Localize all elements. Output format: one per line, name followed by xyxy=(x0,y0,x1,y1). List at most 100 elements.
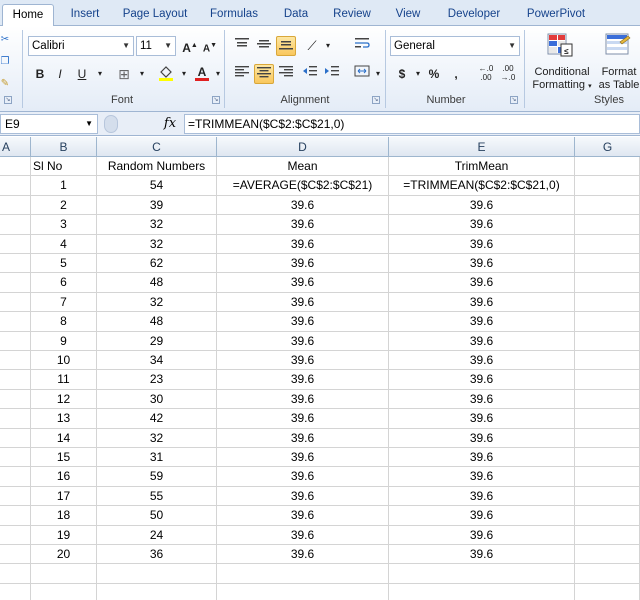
mean-cell[interactable]: 39.6 xyxy=(217,409,389,429)
random-number-cell[interactable]: 39 xyxy=(97,195,217,216)
mean-cell[interactable]: 39.6 xyxy=(217,273,389,293)
cell[interactable] xyxy=(575,389,640,410)
cell[interactable] xyxy=(0,195,31,216)
trimmean-cell[interactable]: 39.6 xyxy=(389,234,575,254)
comma-button[interactable]: , xyxy=(446,64,466,84)
cell[interactable] xyxy=(0,545,31,565)
format-as-table-icon[interactable] xyxy=(604,32,632,58)
mean-cell[interactable]: 39.6 xyxy=(217,215,389,235)
cell[interactable] xyxy=(0,331,31,351)
sl-no-cell[interactable]: 20 xyxy=(31,545,97,565)
trimmean-cell[interactable]: 39.6 xyxy=(389,331,575,351)
align-bottom-icon[interactable] xyxy=(276,36,296,56)
name-box[interactable]: E9 ▼ xyxy=(0,114,98,134)
trimmean-cell[interactable]: 39.6 xyxy=(389,467,575,487)
sl-no-cell[interactable]: 9 xyxy=(31,331,97,351)
decrease-decimal-icon[interactable]: .00 →.0 xyxy=(498,64,518,84)
sl-no-cell[interactable]: 8 xyxy=(31,312,97,332)
tab-formulas[interactable]: Formulas xyxy=(202,4,266,26)
mean-cell[interactable]: 39.6 xyxy=(217,448,389,468)
random-number-cell[interactable]: 48 xyxy=(97,273,217,293)
mean-cell[interactable]: 39.6 xyxy=(217,195,389,216)
tab-view[interactable]: View xyxy=(386,4,430,26)
fill-color-icon[interactable] xyxy=(156,64,176,84)
trimmean-cell[interactable]: 39.6 xyxy=(389,370,575,390)
random-number-cell[interactable]: 32 xyxy=(97,234,217,254)
align-middle-icon[interactable] xyxy=(254,36,274,56)
column-header-g[interactable]: G xyxy=(575,137,640,157)
random-number-cell[interactable]: 23 xyxy=(97,370,217,390)
cell[interactable] xyxy=(575,448,640,468)
number-format-select[interactable]: General ▼ xyxy=(390,36,520,56)
copy-icon[interactable]: ❐ xyxy=(0,52,10,72)
conditional-formatting-button[interactable]: Conditional Formatting ▾ xyxy=(530,66,594,93)
cell[interactable] xyxy=(31,564,97,584)
cell[interactable] xyxy=(0,273,31,293)
cell[interactable] xyxy=(575,195,640,216)
cell[interactable] xyxy=(0,409,31,429)
chevron-down-icon[interactable]: ▾ xyxy=(208,64,228,84)
formula-bar-expand-handle[interactable] xyxy=(104,115,118,133)
mean-cell[interactable]: 39.6 xyxy=(217,467,389,487)
trimmean-cell[interactable]: 39.6 xyxy=(389,351,575,371)
random-number-cell[interactable]: 55 xyxy=(97,486,217,507)
cell[interactable] xyxy=(0,564,31,584)
mean-cell[interactable]: 39.6 xyxy=(217,428,389,448)
sl-no-cell[interactable]: 16 xyxy=(31,467,97,487)
random-number-cell[interactable]: 48 xyxy=(97,312,217,332)
cell[interactable] xyxy=(97,564,217,584)
cell[interactable] xyxy=(0,467,31,487)
sl-no-cell[interactable]: 4 xyxy=(31,234,97,254)
insert-function-button[interactable]: fx xyxy=(162,114,178,134)
conditional-formatting-icon[interactable]: ≤ xyxy=(546,32,574,58)
chevron-down-icon[interactable]: ▾ xyxy=(318,36,338,56)
trimmean-cell[interactable]: 39.6 xyxy=(389,545,575,565)
mean-cell[interactable]: 39.6 xyxy=(217,312,389,332)
trimmean-cell[interactable]: 39.6 xyxy=(389,428,575,448)
underline-icon[interactable]: U xyxy=(72,64,92,84)
sl-no-cell[interactable]: 14 xyxy=(31,428,97,448)
cell[interactable] xyxy=(575,545,640,565)
sl-no-cell[interactable]: 15 xyxy=(31,448,97,468)
cell[interactable] xyxy=(575,176,640,196)
cell[interactable] xyxy=(0,254,31,274)
column-header-a[interactable]: A xyxy=(0,137,31,157)
mean-cell[interactable]: 39.6 xyxy=(217,545,389,565)
chevron-down-icon[interactable]: ▾ xyxy=(174,64,194,84)
trimmean-cell[interactable]: 39.6 xyxy=(389,292,575,313)
trimmean-cell[interactable]: 39.6 xyxy=(389,389,575,410)
cell[interactable] xyxy=(575,273,640,293)
number-launcher-icon[interactable]: ↘ xyxy=(510,96,518,104)
random-number-cell[interactable]: 30 xyxy=(97,389,217,410)
format-painter-icon[interactable]: ✎ xyxy=(0,74,10,94)
align-left-icon[interactable] xyxy=(232,64,252,84)
tab-page-layout[interactable]: Page Layout xyxy=(116,4,194,26)
column-header-c[interactable]: C xyxy=(97,137,217,157)
sl-no-cell[interactable]: 3 xyxy=(31,215,97,235)
font-size-select[interactable]: 11 ▼ xyxy=(136,36,176,56)
sl-no-cell[interactable]: 17 xyxy=(31,486,97,507)
italic-icon[interactable]: I xyxy=(50,64,70,84)
cell[interactable] xyxy=(0,448,31,468)
cell[interactable] xyxy=(575,254,640,274)
align-center-icon[interactable] xyxy=(254,64,274,84)
cell[interactable] xyxy=(575,486,640,507)
sl-no-cell[interactable]: 5 xyxy=(31,254,97,274)
cut-icon[interactable]: ✂ xyxy=(0,30,10,50)
tab-insert[interactable]: Insert xyxy=(60,4,110,26)
cell[interactable] xyxy=(575,157,640,177)
random-number-cell[interactable]: 32 xyxy=(97,292,217,313)
trimmean-cell[interactable]: 39.6 xyxy=(389,448,575,468)
cell[interactable] xyxy=(31,583,97,600)
sl-no-cell[interactable]: 11 xyxy=(31,370,97,390)
header-sl-no[interactable]: Sl No xyxy=(31,157,97,177)
random-number-cell[interactable]: 50 xyxy=(97,506,217,526)
random-number-cell[interactable]: 32 xyxy=(97,428,217,448)
column-header-e[interactable]: E xyxy=(389,137,575,157)
cell[interactable] xyxy=(575,292,640,313)
trimmean-cell[interactable]: 39.6 xyxy=(389,486,575,507)
clipboard-launcher-icon[interactable]: ↘ xyxy=(4,96,12,104)
trimmean-cell[interactable]: 39.6 xyxy=(389,409,575,429)
mean-cell[interactable]: 39.6 xyxy=(217,292,389,313)
trimmean-cell[interactable]: 39.6 xyxy=(389,215,575,235)
